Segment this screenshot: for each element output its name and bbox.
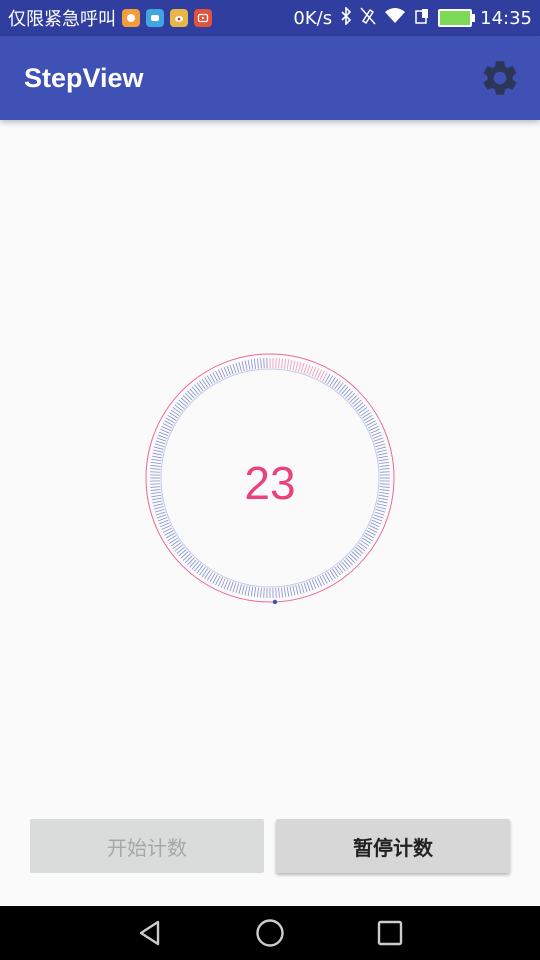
battery-icon: [438, 9, 476, 27]
back-button[interactable]: [120, 906, 180, 960]
status-left: 仅限紧急呼叫: [8, 0, 212, 36]
step-counter-view: 23: [140, 348, 400, 608]
pause-count-button[interactable]: 暂停计数: [276, 819, 510, 873]
home-circle-icon: [256, 919, 284, 947]
settings-button[interactable]: [478, 56, 522, 100]
status-bar: 仅限紧急呼叫 0K/s 14:35: [0, 0, 540, 36]
recents-button[interactable]: [360, 906, 420, 960]
carrier-text: 仅限紧急呼叫: [8, 9, 116, 30]
bluetooth-icon: [340, 6, 352, 29]
back-triangle-icon: [139, 920, 160, 946]
recents-square-icon: [377, 920, 403, 946]
vibrate-off-icon: [360, 7, 376, 29]
nav-bar: [0, 906, 540, 960]
weibo-icon: [170, 9, 188, 27]
net-speed: 0K/s: [293, 7, 333, 29]
app-bar: StepView: [0, 36, 540, 120]
wifi-icon: [384, 7, 406, 29]
video-icon: [194, 9, 212, 27]
app-icon-2: [146, 9, 164, 27]
app-icon-1: [122, 9, 140, 27]
step-count: 23: [244, 457, 296, 509]
sim-alert-icon: [414, 7, 430, 29]
start-count-button[interactable]: 开始计数: [30, 819, 264, 873]
app-title: StepView: [24, 63, 144, 93]
home-button[interactable]: [240, 906, 300, 960]
status-right: 0K/s 14:35: [293, 0, 532, 36]
gear-icon: [483, 61, 517, 95]
clock-text: 14:35: [480, 7, 532, 29]
